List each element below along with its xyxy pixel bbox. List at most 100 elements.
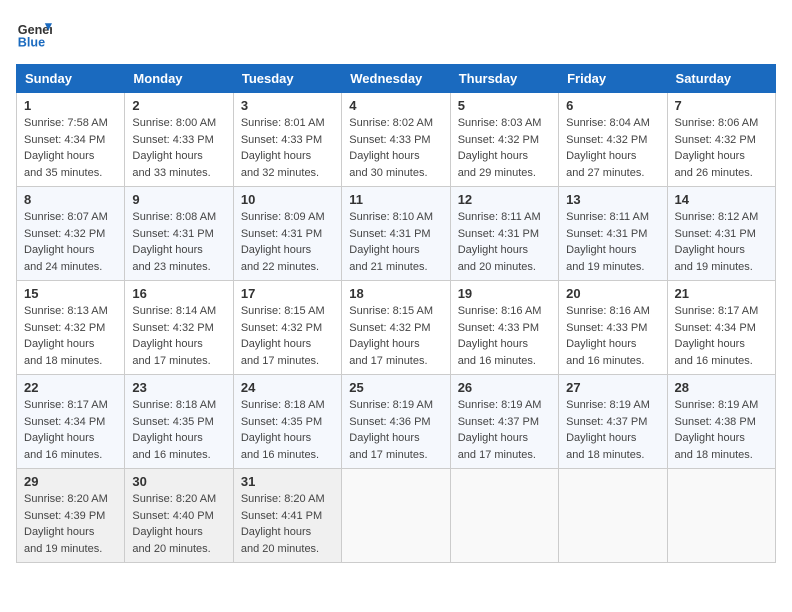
day-info: Sunrise: 8:17 AMSunset: 4:34 PMDaylight … <box>24 399 108 461</box>
day-info: Sunrise: 8:04 AMSunset: 4:32 PMDaylight … <box>566 117 650 179</box>
day-info: Sunrise: 8:20 AMSunset: 4:41 PMDaylight … <box>241 493 325 555</box>
day-number: 28 <box>675 380 768 395</box>
calendar-cell: 8Sunrise: 8:07 AMSunset: 4:32 PMDaylight… <box>17 187 125 281</box>
svg-text:Blue: Blue <box>18 36 45 50</box>
day-info: Sunrise: 8:18 AMSunset: 4:35 PMDaylight … <box>132 399 216 461</box>
col-header-thursday: Thursday <box>450 65 558 93</box>
calendar-week-4: 22 Sunrise: 8:17 AMSunset: 4:34 PMDayligh… <box>17 375 776 469</box>
day-number: 16 <box>132 286 225 301</box>
day-info: Sunrise: 8:02 AMSunset: 4:33 PMDaylight … <box>349 117 433 179</box>
day-number: 27 <box>566 380 659 395</box>
calendar-cell: 29 Sunrise: 8:20 AMSunset: 4:39 PMDayligh… <box>17 469 125 563</box>
day-number: 30 <box>132 474 225 489</box>
day-info: Sunrise: 8:17 AMSunset: 4:34 PMDaylight … <box>675 305 759 367</box>
calendar-cell: 25Sunrise: 8:19 AMSunset: 4:36 PMDayligh… <box>342 375 450 469</box>
calendar-cell: 15 Sunrise: 8:13 AMSunset: 4:32 PMDayligh… <box>17 281 125 375</box>
calendar-cell: 11 Sunrise: 8:10 AMSunset: 4:31 PMDayligh… <box>342 187 450 281</box>
calendar-cell: 5 Sunrise: 8:03 AMSunset: 4:32 PMDaylight… <box>450 93 558 187</box>
calendar-cell: 6 Sunrise: 8:04 AMSunset: 4:32 PMDaylight… <box>559 93 667 187</box>
calendar-week-1: 1Sunrise: 7:58 AMSunset: 4:34 PMDaylight… <box>17 93 776 187</box>
day-number: 18 <box>349 286 442 301</box>
calendar-cell: 1Sunrise: 7:58 AMSunset: 4:34 PMDaylight… <box>17 93 125 187</box>
day-number: 22 <box>24 380 117 395</box>
calendar-cell: 17Sunrise: 8:15 AMSunset: 4:32 PMDayligh… <box>233 281 341 375</box>
day-info: Sunrise: 8:18 AMSunset: 4:35 PMDaylight … <box>241 399 325 461</box>
col-header-monday: Monday <box>125 65 233 93</box>
day-info: Sunrise: 8:06 AMSunset: 4:32 PMDaylight … <box>675 117 759 179</box>
day-number: 6 <box>566 98 659 113</box>
day-number: 21 <box>675 286 768 301</box>
calendar-cell: 28 Sunrise: 8:19 AMSunset: 4:38 PMDayligh… <box>667 375 775 469</box>
calendar-cell: 23 Sunrise: 8:18 AMSunset: 4:35 PMDayligh… <box>125 375 233 469</box>
day-info: Sunrise: 8:19 AMSunset: 4:37 PMDaylight … <box>566 399 650 461</box>
calendar-cell: 3 Sunrise: 8:01 AMSunset: 4:33 PMDaylight… <box>233 93 341 187</box>
day-number: 4 <box>349 98 442 113</box>
day-number: 10 <box>241 192 334 207</box>
day-info: Sunrise: 8:11 AMSunset: 4:31 PMDaylight … <box>458 211 541 273</box>
calendar-cell: 2 Sunrise: 8:00 AMSunset: 4:33 PMDaylight… <box>125 93 233 187</box>
day-number: 24 <box>241 380 334 395</box>
col-header-tuesday: Tuesday <box>233 65 341 93</box>
calendar-cell: 9Sunrise: 8:08 AMSunset: 4:31 PMDaylight… <box>125 187 233 281</box>
day-info: Sunrise: 8:08 AMSunset: 4:31 PMDaylight … <box>132 211 216 273</box>
day-number: 19 <box>458 286 551 301</box>
calendar-cell: 24 Sunrise: 8:18 AMSunset: 4:35 PMDayligh… <box>233 375 341 469</box>
col-header-friday: Friday <box>559 65 667 93</box>
day-info: Sunrise: 8:11 AMSunset: 4:31 PMDaylight … <box>566 211 649 273</box>
day-info: Sunrise: 8:13 AMSunset: 4:32 PMDaylight … <box>24 305 108 367</box>
day-info: Sunrise: 8:09 AMSunset: 4:31 PMDaylight … <box>241 211 325 273</box>
calendar-cell: 21 Sunrise: 8:17 AMSunset: 4:34 PMDayligh… <box>667 281 775 375</box>
day-info: Sunrise: 8:16 AMSunset: 4:33 PMDaylight … <box>566 305 650 367</box>
day-number: 11 <box>349 192 442 207</box>
day-number: 3 <box>241 98 334 113</box>
calendar-week-5: 29 Sunrise: 8:20 AMSunset: 4:39 PMDayligh… <box>17 469 776 563</box>
day-number: 15 <box>24 286 117 301</box>
day-info: Sunrise: 8:03 AMSunset: 4:32 PMDaylight … <box>458 117 542 179</box>
day-number: 29 <box>24 474 117 489</box>
logo: General Blue <box>16 16 52 52</box>
day-info: Sunrise: 8:15 AMSunset: 4:32 PMDaylight … <box>349 305 433 367</box>
calendar-cell: 14 Sunrise: 8:12 AMSunset: 4:31 PMDayligh… <box>667 187 775 281</box>
calendar-cell: 27 Sunrise: 8:19 AMSunset: 4:37 PMDayligh… <box>559 375 667 469</box>
day-number: 5 <box>458 98 551 113</box>
calendar-cell: 22 Sunrise: 8:17 AMSunset: 4:34 PMDayligh… <box>17 375 125 469</box>
calendar-cell: 30 Sunrise: 8:20 AMSunset: 4:40 PMDayligh… <box>125 469 233 563</box>
col-header-wednesday: Wednesday <box>342 65 450 93</box>
calendar-cell: 19 Sunrise: 8:16 AMSunset: 4:33 PMDayligh… <box>450 281 558 375</box>
day-info: Sunrise: 7:58 AMSunset: 4:34 PMDaylight … <box>24 117 108 179</box>
day-number: 20 <box>566 286 659 301</box>
calendar-cell: 26Sunrise: 8:19 AMSunset: 4:37 PMDayligh… <box>450 375 558 469</box>
logo-icon: General Blue <box>16 16 52 52</box>
calendar-cell <box>450 469 558 563</box>
day-number: 23 <box>132 380 225 395</box>
calendar-week-2: 8Sunrise: 8:07 AMSunset: 4:32 PMDaylight… <box>17 187 776 281</box>
day-info: Sunrise: 8:00 AMSunset: 4:33 PMDaylight … <box>132 117 216 179</box>
calendar-cell <box>559 469 667 563</box>
day-info: Sunrise: 8:16 AMSunset: 4:33 PMDaylight … <box>458 305 542 367</box>
col-header-saturday: Saturday <box>667 65 775 93</box>
day-info: Sunrise: 8:19 AMSunset: 4:38 PMDaylight … <box>675 399 759 461</box>
day-info: Sunrise: 8:19 AMSunset: 4:37 PMDaylight … <box>458 399 542 461</box>
page-header: General Blue <box>16 16 776 52</box>
calendar-cell: 31Sunrise: 8:20 AMSunset: 4:41 PMDayligh… <box>233 469 341 563</box>
day-number: 7 <box>675 98 768 113</box>
day-info: Sunrise: 8:01 AMSunset: 4:33 PMDaylight … <box>241 117 325 179</box>
day-number: 13 <box>566 192 659 207</box>
day-number: 2 <box>132 98 225 113</box>
day-info: Sunrise: 8:20 AMSunset: 4:40 PMDaylight … <box>132 493 216 555</box>
day-info: Sunrise: 8:14 AMSunset: 4:32 PMDaylight … <box>132 305 216 367</box>
calendar-cell: 20 Sunrise: 8:16 AMSunset: 4:33 PMDayligh… <box>559 281 667 375</box>
day-info: Sunrise: 8:12 AMSunset: 4:31 PMDaylight … <box>675 211 759 273</box>
day-number: 17 <box>241 286 334 301</box>
day-number: 14 <box>675 192 768 207</box>
calendar-cell <box>667 469 775 563</box>
calendar-week-3: 15 Sunrise: 8:13 AMSunset: 4:32 PMDayligh… <box>17 281 776 375</box>
calendar-cell: 16 Sunrise: 8:14 AMSunset: 4:32 PMDayligh… <box>125 281 233 375</box>
day-info: Sunrise: 8:07 AMSunset: 4:32 PMDaylight … <box>24 211 108 273</box>
day-info: Sunrise: 8:10 AMSunset: 4:31 PMDaylight … <box>349 211 433 273</box>
calendar-cell: 18 Sunrise: 8:15 AMSunset: 4:32 PMDayligh… <box>342 281 450 375</box>
calendar-cell <box>342 469 450 563</box>
calendar-cell: 13 Sunrise: 8:11 AMSunset: 4:31 PMDayligh… <box>559 187 667 281</box>
calendar-cell: 12Sunrise: 8:11 AMSunset: 4:31 PMDayligh… <box>450 187 558 281</box>
day-info: Sunrise: 8:20 AMSunset: 4:39 PMDaylight … <box>24 493 108 555</box>
